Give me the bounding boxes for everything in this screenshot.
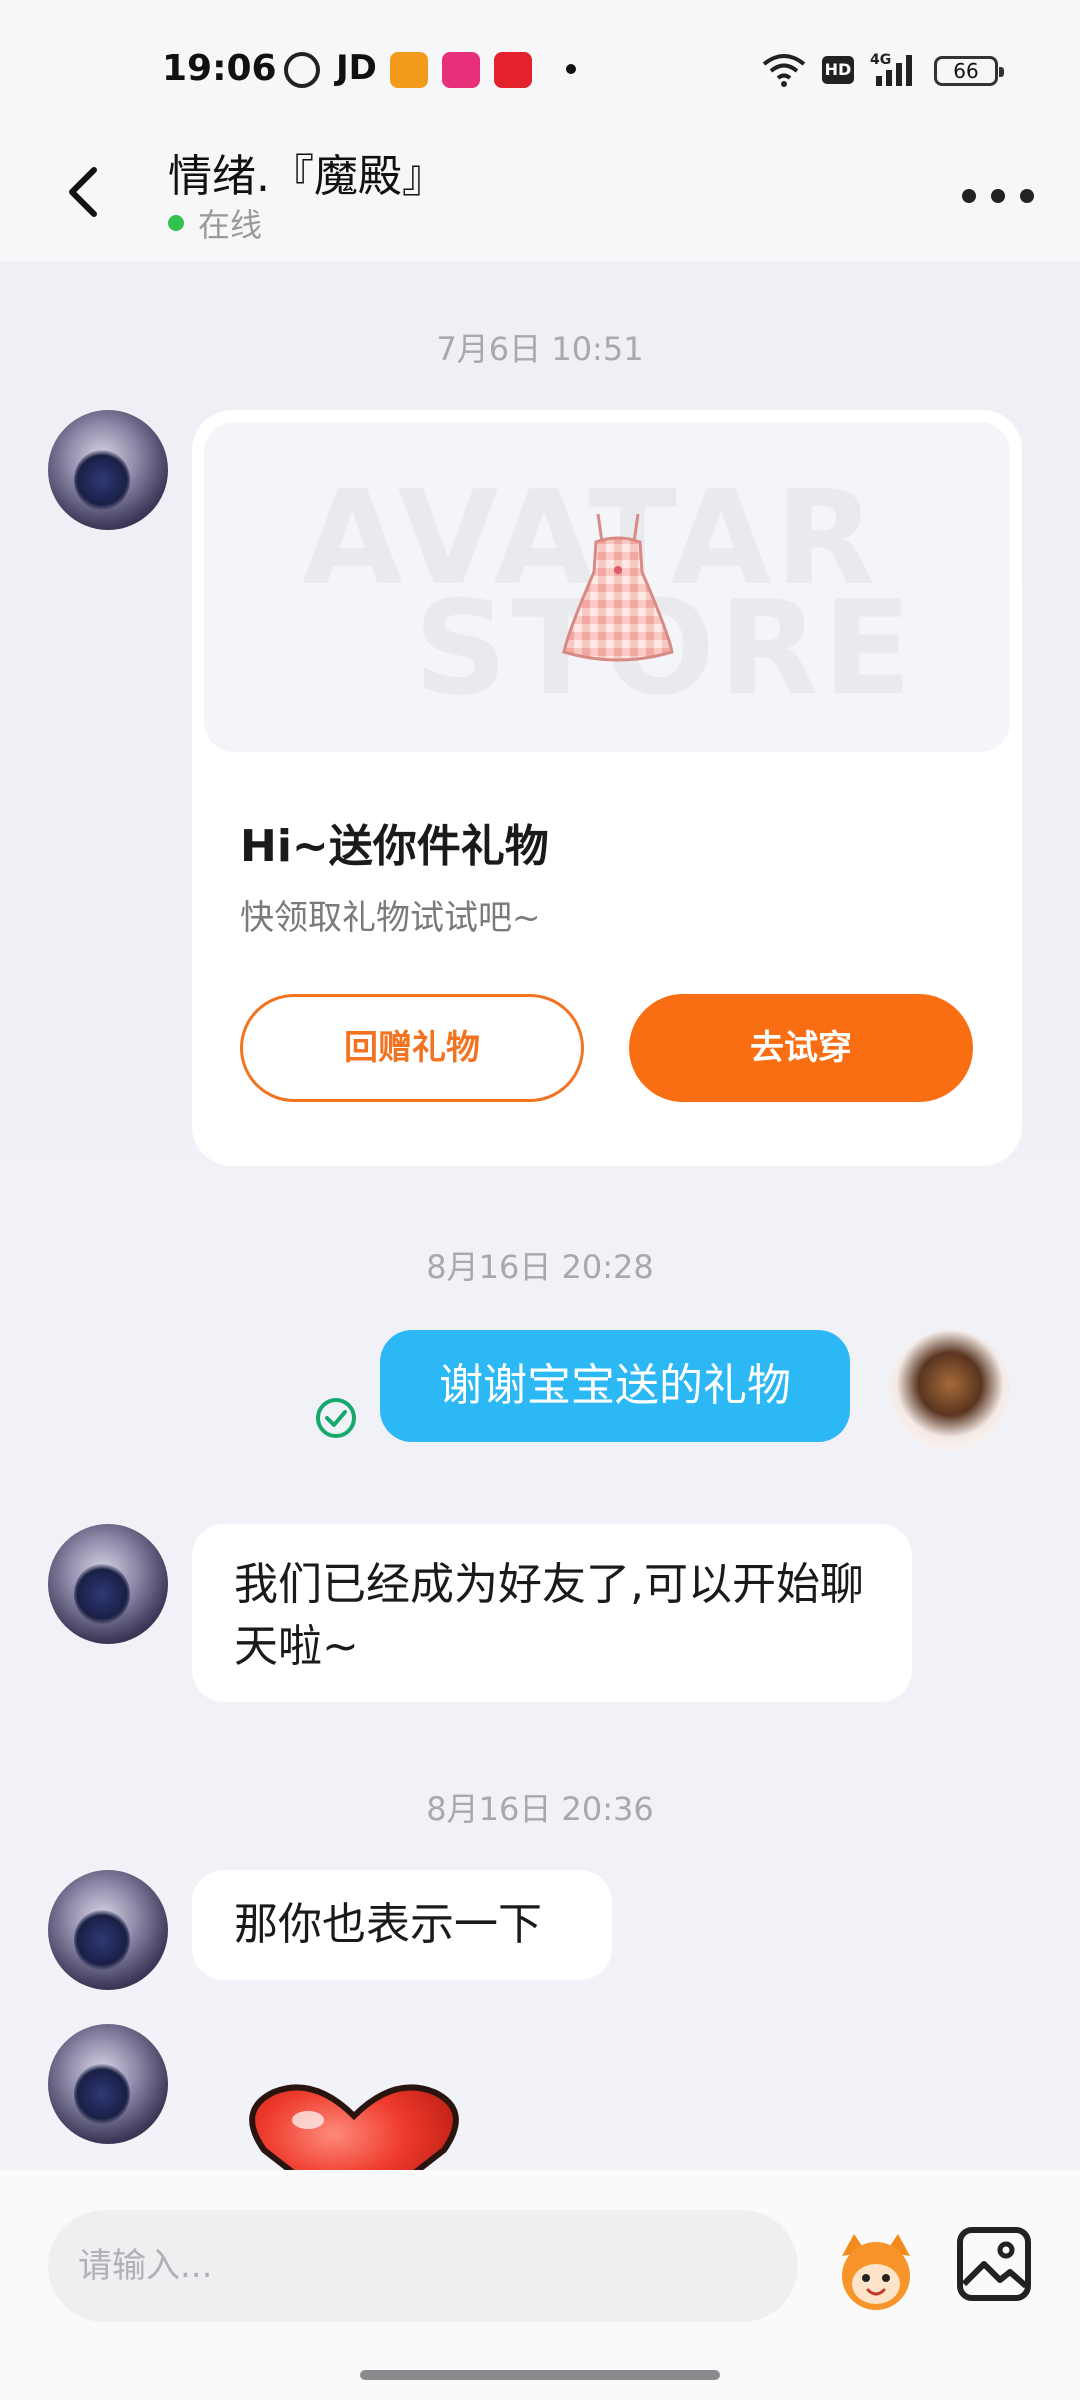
hd-icon: HD: [822, 56, 854, 84]
chat-bubble-icon: [284, 52, 320, 88]
more-dot-icon: [991, 189, 1005, 203]
online-status: 在线: [168, 200, 262, 246]
incoming-message[interactable]: 我们已经成为好友了,可以开始聊天啦~: [192, 1524, 912, 1702]
online-dot-icon: [168, 215, 184, 231]
contact-avatar[interactable]: [48, 410, 168, 530]
image-icon[interactable]: [956, 2226, 1032, 2302]
emoji-mascot-icon[interactable]: [832, 2226, 920, 2314]
pink-app-icon: [442, 52, 480, 88]
input-bar: [0, 2170, 1080, 2400]
signal-icon: 4G: [870, 52, 912, 86]
svg-text:4G: 4G: [870, 52, 891, 68]
contact-name[interactable]: 情绪.『魔殿』: [168, 140, 446, 204]
try-on-button[interactable]: 去试穿: [629, 994, 973, 1102]
chat-header: 情绪.『魔殿』 在线: [0, 140, 1080, 262]
message-input[interactable]: [48, 2210, 798, 2322]
outgoing-message[interactable]: 谢谢宝宝送的礼物: [380, 1330, 850, 1442]
contact-avatar[interactable]: [48, 1870, 168, 1990]
incoming-message[interactable]: 那你也表示一下: [192, 1870, 612, 1980]
back-arrow-icon[interactable]: [52, 160, 116, 224]
status-bar: 19:06 JD HD 4G 66: [0, 0, 1080, 140]
wifi-icon: [762, 54, 806, 87]
orange-app-icon: [390, 52, 428, 88]
dress-icon: [562, 513, 674, 662]
read-check-icon: [316, 1398, 356, 1438]
gift-card-subtitle: 快领取礼物试试吧~: [240, 898, 541, 938]
notification-dot-icon: [566, 64, 576, 74]
contact-avatar[interactable]: [48, 1524, 168, 1644]
more-dot-icon: [962, 189, 976, 203]
my-avatar[interactable]: [890, 1330, 1010, 1450]
contact-avatar[interactable]: [48, 2024, 168, 2144]
battery-icon: 66: [934, 56, 1004, 86]
gift-card: AVATAR STORE Hi~送你件礼物 快领取礼物试试吧~ 回赠礼物 去试穿: [192, 410, 1022, 1166]
jd-icon: JD: [336, 48, 377, 88]
more-dot-icon: [1020, 189, 1034, 203]
heart-sticker-icon[interactable]: [244, 2080, 464, 2170]
message-timestamp: 7月6日 10:51: [436, 330, 644, 368]
message-timestamp: 8月16日 20:28: [426, 1248, 654, 1286]
home-indicator[interactable]: [360, 2370, 720, 2380]
more-options-button[interactable]: [962, 176, 1034, 216]
status-time: 19:06: [162, 48, 277, 89]
gift-card-title: Hi~送你件礼物: [240, 821, 549, 872]
message-timestamp: 8月16日 20:36: [426, 1790, 654, 1828]
gift-image-panel: AVATAR STORE: [204, 422, 1010, 752]
red-app-icon: [494, 52, 532, 88]
return-gift-button[interactable]: 回赠礼物: [240, 994, 584, 1102]
chat-message-list[interactable]: 7月6日 10:51 AVATAR STORE Hi~送你件礼物: [0, 262, 1080, 2170]
online-status-label: 在线: [198, 206, 263, 244]
